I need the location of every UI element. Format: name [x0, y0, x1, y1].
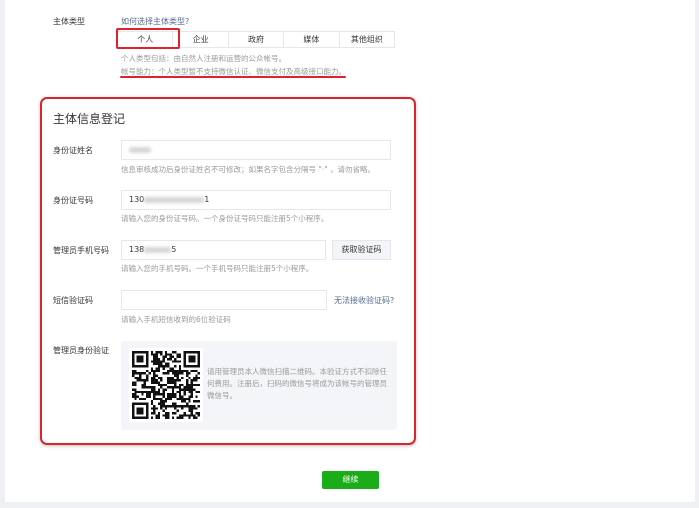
annotation-underline — [120, 76, 346, 78]
tab-enterprise[interactable]: 企业 — [172, 32, 227, 47]
qr-code-icon — [129, 348, 203, 422]
phone-suffix: 5 — [171, 245, 177, 254]
id-number-label: 身份证号码 — [53, 196, 93, 205]
annotation-highlight-box — [116, 28, 180, 49]
id-number-prefix: 130 — [129, 195, 145, 204]
redacted-value — [144, 246, 172, 253]
phone-hint: 请输入您的手机号码。一个手机号码只能注册5个小程序。 — [121, 264, 314, 273]
continue-button[interactable]: 继续 — [322, 471, 379, 489]
sms-code-input[interactable] — [121, 290, 327, 310]
how-to-choose-link[interactable]: 如何选择主体类型? — [121, 16, 189, 27]
redacted-value — [129, 146, 151, 153]
sms-code-label: 短信验证码 — [53, 296, 93, 305]
id-name-input[interactable] — [121, 140, 391, 160]
phone-prefix: 138 — [129, 245, 145, 254]
cannot-receive-code-link[interactable]: 无法接收验证码? — [334, 295, 394, 306]
qr-instructions: 请用管理员本人微信扫描二维码。本验证方式不扣除任何费用。注册后，扫码的微信号将成… — [207, 367, 387, 400]
section-title: 主体信息登记 — [53, 112, 126, 126]
id-name-hint: 信息审核成功后身份证姓名不可修改；如果名字包含分隔号 "·" ，请勿省略。 — [121, 165, 376, 174]
subject-type-label: 主体类型 — [53, 17, 85, 26]
get-code-button[interactable]: 获取验证码 — [332, 240, 391, 260]
phone-input[interactable]: 138 5 — [121, 240, 326, 260]
id-number-hint: 请输入您的身份证号码。一个身份证号码只能注册5个小程序。 — [121, 214, 329, 223]
id-number-suffix: 1 — [204, 195, 210, 204]
phone-label: 管理员手机号码 — [53, 246, 109, 255]
type-description: 个人类型包括：由自然人注册和运营的公众帐号。 — [121, 54, 286, 63]
tab-media[interactable]: 媒体 — [283, 32, 338, 47]
tab-government[interactable]: 政府 — [227, 32, 283, 47]
tab-other-org[interactable]: 其他组织 — [338, 32, 394, 47]
id-number-input[interactable]: 130 1 — [121, 190, 391, 210]
admin-verify-label: 管理员身份验证 — [53, 346, 109, 355]
sms-code-hint: 请输入手机短信收到的6位验证码 — [121, 315, 231, 324]
redacted-value — [144, 196, 205, 203]
id-name-label: 身份证姓名 — [53, 146, 93, 155]
